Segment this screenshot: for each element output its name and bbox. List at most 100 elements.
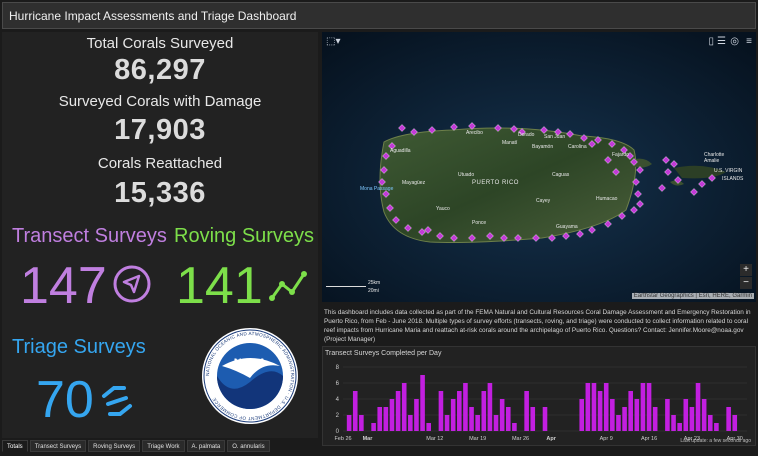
map-label-yauco: Yauco <box>436 206 450 212</box>
transect-bar-chart[interactable]: 0 2 4 6 8 Feb 26 Mar Mar 12 Mar 19 Mar 26 Apr Apr 9… <box>323 357 755 447</box>
chart-bar[interactable] <box>505 407 511 431</box>
transect-chart-panel: Transect Surveys Completed per Day 0 2 4 6 8… <box>322 346 756 446</box>
chart-bar[interactable] <box>524 391 529 431</box>
chart-bar[interactable] <box>603 383 609 431</box>
chart-bar[interactable] <box>450 399 456 431</box>
chart-bar[interactable] <box>493 415 499 431</box>
map-label-dorado: Dorado <box>518 132 535 138</box>
chart-xtick-label: Mar 19 <box>469 436 486 442</box>
chart-bar[interactable] <box>352 391 358 431</box>
map-label-mona: Mona Passage <box>360 186 394 192</box>
map-label-puerto-rico: PUERTO RICO <box>472 180 519 186</box>
chart-bar[interactable] <box>487 383 493 431</box>
chart-bar[interactable] <box>732 415 738 431</box>
chart-bar[interactable] <box>579 399 585 431</box>
header-bar: Hurricane Impact Assessments and Triage … <box>2 2 756 29</box>
chart-bar[interactable] <box>714 423 719 431</box>
chart-bar[interactable] <box>677 423 682 431</box>
chart-bar[interactable] <box>359 415 364 431</box>
chart-xtick-label: Mar 12 <box>426 436 443 442</box>
map-label-bayamon: Bayamón <box>532 144 554 150</box>
last-update: Last update: a few seconds ago <box>680 438 751 444</box>
scale-km: 25km <box>368 280 381 286</box>
chart-bar[interactable] <box>707 415 713 431</box>
noaa-logo-text: NOAA <box>234 357 266 369</box>
chart-bar[interactable] <box>346 415 352 431</box>
chart-xtick-label: Mar <box>363 436 374 442</box>
chart-bar[interactable] <box>634 399 640 431</box>
zoom-in-button[interactable]: + <box>740 264 752 276</box>
chart-bar[interactable] <box>591 383 597 431</box>
chart-bar[interactable] <box>616 415 621 431</box>
chart-bar[interactable] <box>499 399 505 431</box>
chart-bar[interactable] <box>585 383 591 431</box>
basemap-icon[interactable]: ◎ <box>730 36 739 47</box>
map-attribution: Earthstar Geographics | Esri, HERE, Garm… <box>631 293 754 299</box>
scale-bar <box>326 286 366 287</box>
transect-surveys-value: 147 <box>20 257 107 315</box>
chart-bar[interactable] <box>610 399 615 431</box>
chart-bar[interactable] <box>597 391 603 431</box>
totals-panel: Total Corals Surveyed 86,297 Surveyed Co… <box>2 32 318 438</box>
chart-bar[interactable] <box>512 423 517 431</box>
chart-bar[interactable] <box>475 415 480 431</box>
chart-bar[interactable] <box>444 415 450 431</box>
chart-bar[interactable] <box>530 407 536 431</box>
chart-bar[interactable] <box>689 407 695 431</box>
chart-bar[interactable] <box>726 407 731 431</box>
chart-bar[interactable] <box>640 383 646 431</box>
chart-bar[interactable] <box>622 407 627 431</box>
chart-bar[interactable] <box>481 391 487 431</box>
chart-bar[interactable] <box>389 399 395 431</box>
chart-xtick-label: Mar 26 <box>512 436 529 442</box>
chart-bar[interactable] <box>646 383 652 431</box>
chart-bar[interactable] <box>414 399 419 431</box>
chart-title: Transect Surveys Completed per Day <box>325 350 442 357</box>
tab-o-annularis[interactable]: O. annularis <box>227 440 270 452</box>
roving-surveys-value: 141 <box>176 257 263 315</box>
chart-bar[interactable] <box>395 391 401 431</box>
map-label-utuado: Utuado <box>458 172 475 178</box>
chart-bar[interactable] <box>701 399 707 431</box>
chart-bar[interactable] <box>628 391 633 431</box>
roving-surveys-title: Roving Surveys <box>174 225 315 247</box>
chart-bar[interactable] <box>665 399 670 431</box>
legend-icon[interactable]: ☰ <box>717 36 726 47</box>
map-label-ponce: Ponce <box>472 220 487 226</box>
chart-bar[interactable] <box>401 383 407 431</box>
layers-icon[interactable]: ≡ <box>746 36 752 47</box>
tab-totals[interactable]: Totals <box>2 440 28 452</box>
chart-bar[interactable] <box>426 423 431 431</box>
chart-bar[interactable] <box>438 391 444 431</box>
zoom-out-button[interactable]: − <box>740 277 752 289</box>
link-icon <box>100 384 134 418</box>
chart-bar[interactable] <box>695 383 701 431</box>
tab-a-palmata[interactable]: A. palmata <box>186 440 226 452</box>
reattached-corals-value: 15,336 <box>114 177 206 209</box>
map-label-islands: ISLANDS <box>722 176 744 182</box>
map-label-us-virgin: U.S. VIRGIN <box>714 168 743 174</box>
chart-bar[interactable] <box>542 407 548 431</box>
chart-bar[interactable] <box>377 407 383 431</box>
tab-transect-surveys[interactable]: Transect Surveys <box>29 440 87 452</box>
transect-surveys-title: Transect Surveys <box>12 225 167 247</box>
chart-bar[interactable] <box>671 415 676 431</box>
triage-surveys-title: Triage Surveys <box>12 336 146 358</box>
chart-bar[interactable] <box>652 407 658 431</box>
chart-bar[interactable] <box>408 415 413 431</box>
map-label-aguadilla: Aguadilla <box>390 148 411 154</box>
map-label-guayama: Guayama <box>556 224 578 230</box>
chart-bar[interactable] <box>469 407 474 431</box>
tab-roving-surveys[interactable]: Roving Surveys <box>88 440 141 452</box>
tab-triage-work[interactable]: Triage Work <box>142 440 185 452</box>
chart-xtick-label: Apr <box>546 436 556 442</box>
bookmark-icon[interactable]: ▯ <box>708 36 714 47</box>
coral-survey-map[interactable]: ⬚▾ ▯ ☰ ◎ ≡ PUERTO RICO U.S. VIRGIN ISLAN… <box>322 32 756 302</box>
chart-bar[interactable] <box>420 375 425 431</box>
chart-bar[interactable] <box>683 399 689 431</box>
chart-bar[interactable] <box>383 407 389 431</box>
chart-bar[interactable] <box>371 423 376 431</box>
chart-bar[interactable] <box>463 383 468 431</box>
select-tool-icon[interactable]: ⬚▾ <box>326 36 340 47</box>
chart-bar[interactable] <box>457 391 462 431</box>
